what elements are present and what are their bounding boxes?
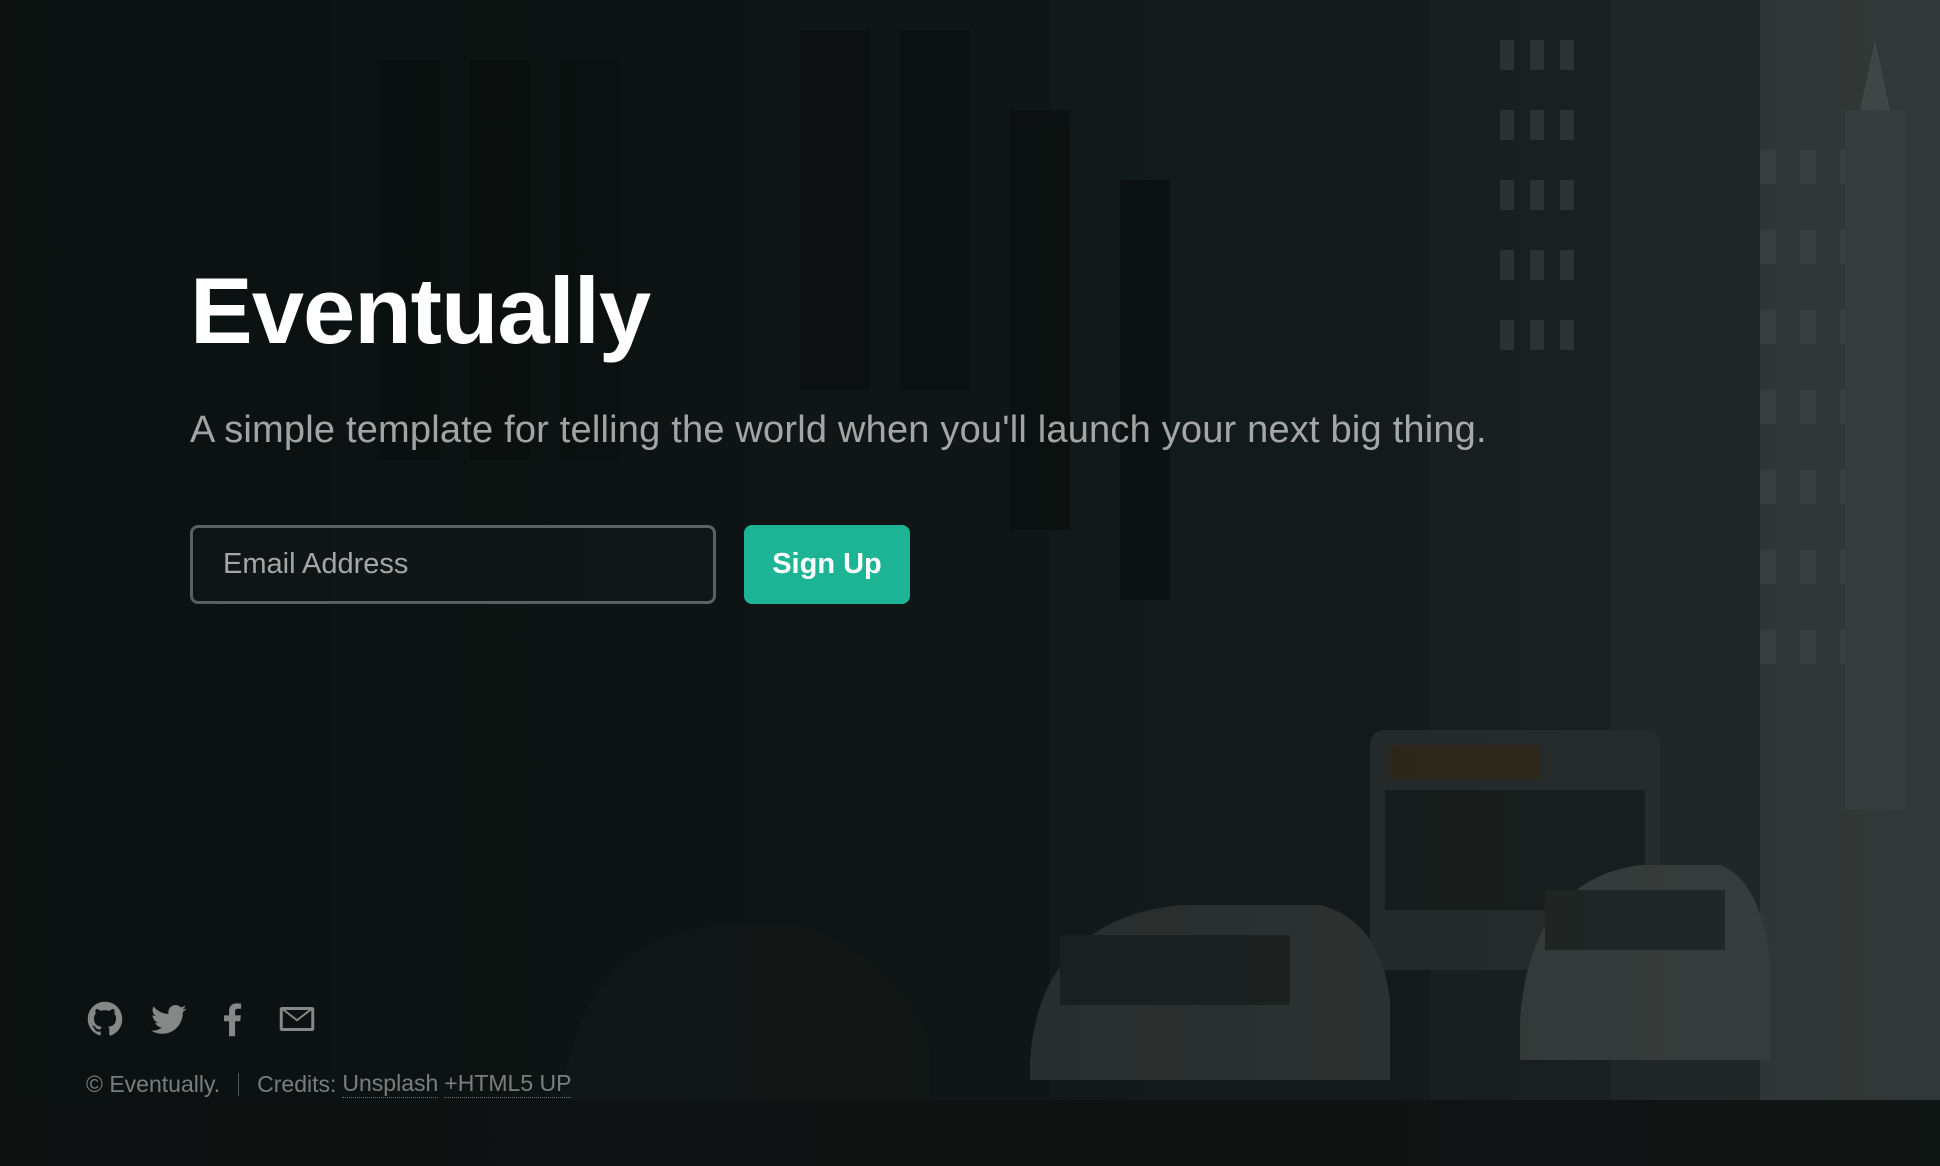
facebook-link[interactable] xyxy=(214,1000,252,1038)
page-title: Eventually xyxy=(190,258,651,363)
sign-up-button[interactable]: Sign Up xyxy=(744,525,910,604)
signup-form: Sign Up xyxy=(190,525,1690,604)
copyright-bar: © Eventually. Credits: Unsplash +HTML5 U… xyxy=(86,1070,572,1098)
social-item xyxy=(86,1000,124,1038)
social-item xyxy=(278,1000,316,1038)
github-link[interactable] xyxy=(86,1000,124,1038)
credit-link-html5up[interactable]: +HTML5 UP xyxy=(444,1070,572,1098)
twitter-icon xyxy=(151,1005,187,1034)
social-item xyxy=(150,1000,188,1038)
social-icons xyxy=(86,1000,571,1038)
email-field[interactable] xyxy=(190,525,716,604)
twitter-link[interactable] xyxy=(150,1000,188,1038)
credits-label: Credits: xyxy=(257,1070,337,1097)
github-icon xyxy=(87,1001,123,1036)
email-link[interactable] xyxy=(278,1000,316,1038)
footer: © Eventually. Credits: Unsplash +HTML5 U… xyxy=(86,1000,572,1098)
divider xyxy=(238,1072,240,1096)
envelope-icon xyxy=(279,1007,315,1031)
header: Eventually A simple template for telling… xyxy=(190,256,1690,604)
page: Eventually A simple template for telling… xyxy=(0,0,1940,1166)
social-item xyxy=(214,1000,252,1038)
copyright-text: © Eventually. xyxy=(86,1070,221,1097)
tagline: A simple template for telling the world … xyxy=(190,409,1487,451)
credit-link-unsplash[interactable]: Unsplash xyxy=(342,1070,439,1098)
facebook-icon xyxy=(224,1003,242,1037)
